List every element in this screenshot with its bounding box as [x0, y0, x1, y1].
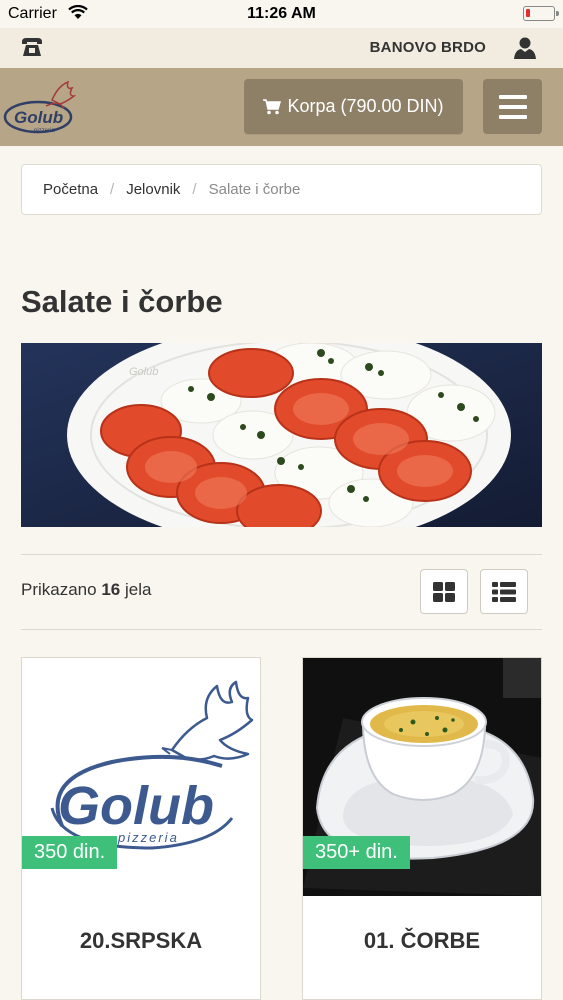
- clock: 11:26 AM: [247, 5, 316, 22]
- hamburger-icon: [498, 94, 527, 99]
- breadcrumb-current: Salate i čorbe: [208, 181, 301, 198]
- breadcrumb-home[interactable]: Početna: [43, 181, 98, 198]
- phone-icon[interactable]: [20, 36, 44, 58]
- breadcrumb-separator: /: [110, 181, 115, 198]
- product-card[interactable]: 350+ din. 01. ČORBE: [302, 657, 542, 1000]
- golub-logo[interactable]: Golub pizzeria: [2, 72, 82, 140]
- cart-button[interactable]: Korpa (790.00 DIN): [244, 79, 463, 134]
- product-card[interactable]: Golub pizzeria 350 din. 20.SRPSKA: [21, 657, 261, 1000]
- price-badge: 350 din.: [22, 836, 118, 869]
- product-name[interactable]: 20.SRPSKA: [22, 928, 260, 954]
- cart-label: Korpa (790.00 DIN): [287, 96, 444, 116]
- list-view-icon: [492, 581, 516, 602]
- cart-icon: [263, 98, 282, 114]
- breadcrumb-menu[interactable]: Jelovnik: [126, 181, 180, 198]
- grid-view-icon: [433, 581, 455, 602]
- hamburger-menu-button[interactable]: [483, 79, 542, 134]
- logo-subtext: pizzeria: [117, 830, 179, 845]
- results-count: Prikazano 16 jela: [21, 580, 152, 599]
- logo-subtext: pizzeria: [34, 128, 55, 134]
- results-count-number: 16: [101, 580, 121, 599]
- user-icon[interactable]: [513, 36, 537, 60]
- product-name[interactable]: 01. ČORBE: [303, 928, 541, 954]
- battery-icon: [523, 6, 559, 21]
- site-header: Golub pizzeria Korpa (790.00 DIN): [0, 68, 563, 146]
- grid-view-button[interactable]: [420, 569, 468, 614]
- breadcrumb-separator: /: [192, 181, 197, 198]
- divider: [21, 629, 542, 630]
- logo-text: Golub: [58, 776, 214, 836]
- location-selector[interactable]: BANOVO BRDO: [370, 39, 486, 56]
- status-bar: Carrier 11:26 AM: [0, 0, 563, 28]
- page-title: Salate i čorbe: [21, 284, 223, 319]
- price-badge: 350+ din.: [303, 836, 410, 869]
- category-hero-image: Golub: [21, 343, 542, 527]
- top-info-bar: BANOVO BRDO: [0, 28, 563, 68]
- divider: [21, 554, 542, 555]
- breadcrumb: Početna / Jelovnik / Salate i čorbe: [21, 164, 542, 215]
- logo-text: Golub: [14, 108, 63, 127]
- list-view-button[interactable]: [480, 569, 528, 614]
- svg-text:Golub: Golub: [129, 366, 158, 378]
